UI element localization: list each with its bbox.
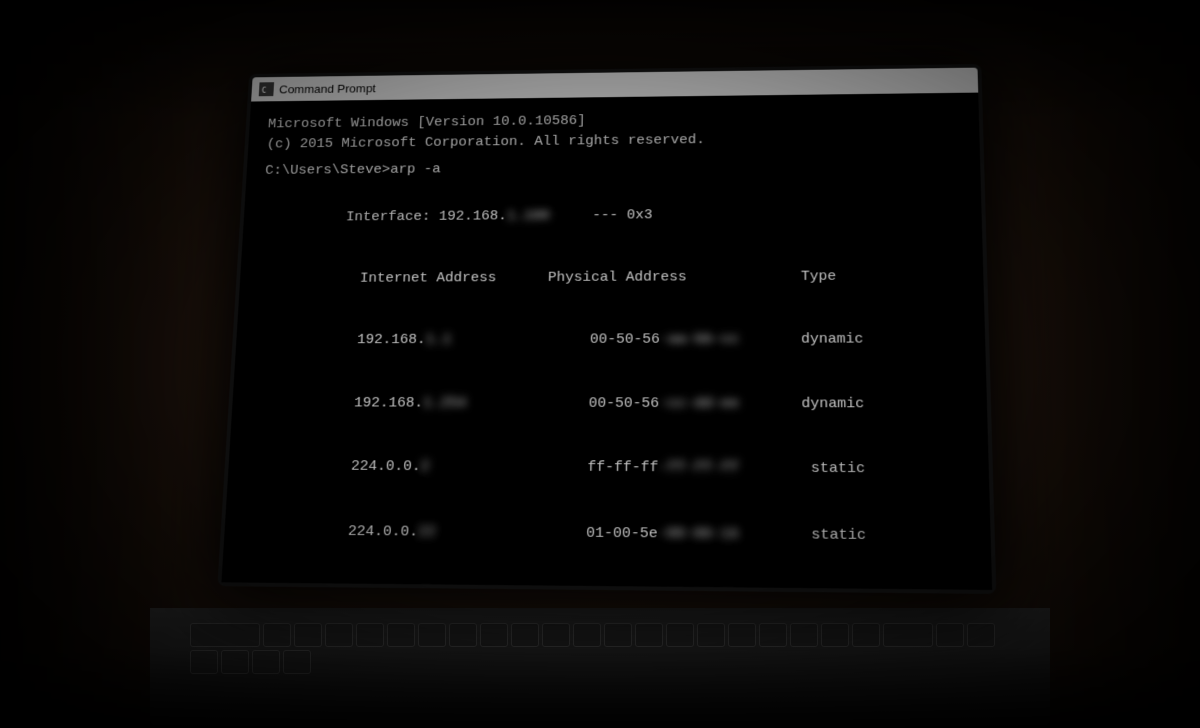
key [325, 623, 353, 647]
key [263, 623, 291, 647]
interface-line: Interface: 192.168.1.100 --- 0x3 [261, 183, 963, 249]
ip-blur-1: 1.254 [423, 393, 484, 414]
key [936, 623, 964, 647]
mac-blur-3: -00-00-16 [658, 523, 739, 546]
screen-border: C Command Prompt Microsoft Windows [Vers… [217, 64, 996, 594]
interface-blurred: 1.100 [506, 206, 583, 227]
key [759, 623, 787, 647]
col-header-type: Type [801, 268, 836, 284]
interface-suffix: --- 0x3 [592, 207, 653, 223]
key [604, 623, 632, 647]
key [418, 623, 446, 647]
col-header-ip: Internet Address [343, 269, 548, 285]
key [573, 623, 601, 647]
mac-blur-1: -cc-dd-ee [659, 393, 739, 415]
svg-text:C: C [262, 86, 267, 94]
key [883, 623, 933, 647]
key [387, 623, 415, 647]
ip-blur-3: 22 [418, 521, 480, 543]
ip-blur-0: 1.1 [425, 330, 486, 351]
key [666, 623, 694, 647]
cmd-window[interactable]: Microsoft Windows [Version 10.0.10586] (… [221, 93, 992, 590]
key [511, 623, 539, 647]
arp-row-0: 192.168.1.1 00-50-56-aa-bb-cc dynamic [253, 308, 966, 372]
arp-row-2: 224.0.0.2 ff-ff-ff-ff-ff-ff static [246, 435, 970, 503]
key [356, 623, 384, 647]
laptop-screen: C Command Prompt Microsoft Windows [Vers… [217, 64, 996, 594]
ip-blur-2: 2 [420, 457, 482, 479]
mac-blur-2: -ff-ff-ff [658, 458, 739, 480]
mac-blur-0: -aa-bb-cc [660, 330, 739, 351]
key [967, 623, 995, 647]
window-title: Command Prompt [279, 81, 376, 95]
arp-row-1: 192.168.1.254 00-50-56-cc-dd-ee dynamic [250, 372, 968, 437]
ip-blur-4: 251 [415, 587, 478, 590]
key [635, 623, 663, 647]
key [252, 650, 280, 674]
laptop-keyboard [150, 608, 1050, 728]
key [294, 623, 322, 647]
arp-row-3: 224.0.0.22 01-00-5e-00-00-16 static [242, 499, 971, 570]
interface-prefix: Interface: 192.168. [346, 208, 507, 224]
key [852, 623, 880, 647]
key [221, 650, 249, 674]
col-headers: Internet Address Physical Address Type [257, 245, 964, 310]
key [697, 623, 725, 647]
key [480, 623, 508, 647]
key [790, 623, 818, 647]
key [728, 623, 756, 647]
col-header-physical: Physical Address [548, 268, 801, 285]
key [190, 623, 260, 647]
key [542, 623, 570, 647]
key [190, 650, 218, 674]
scene: C Command Prompt Microsoft Windows [Vers… [0, 0, 1200, 728]
key [449, 623, 477, 647]
key [821, 623, 849, 647]
cmd-icon: C [259, 82, 274, 96]
key [283, 650, 311, 674]
